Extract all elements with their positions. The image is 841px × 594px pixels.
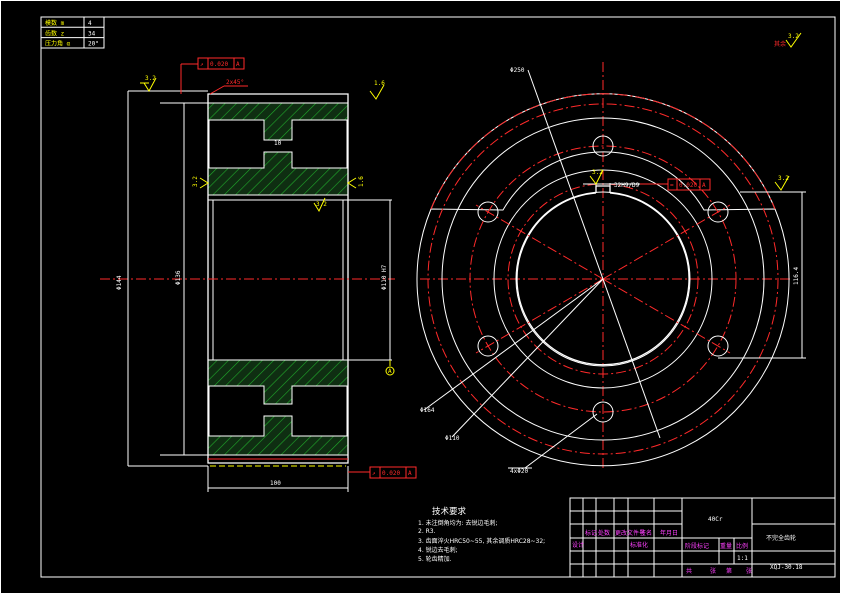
dim-bore: Φ110 H7 — [381, 264, 388, 290]
svg-text:3.2: 3.2 — [316, 201, 327, 208]
param-value-module: 4 — [88, 20, 92, 27]
dim-small: 10 — [274, 140, 282, 147]
outer-frame — [0, 0, 841, 594]
tb-scale-label: 比例 — [736, 542, 748, 550]
svg-text:0.020: 0.020 — [382, 470, 400, 477]
tb-part-name: 不完全齿轮 — [766, 534, 796, 542]
tb-sheet-total: 共 — [686, 567, 692, 575]
svg-text:3.2: 3.2 — [192, 176, 199, 187]
dim-front-holes: 4xΦ20 — [510, 468, 528, 475]
tech-req-line-1: 1. 未注倒角均为: 去锐边毛刺; — [418, 519, 498, 527]
tb-scale: 1:1 — [737, 555, 748, 562]
tb-header-mark: 标记 — [585, 529, 597, 537]
param-label-module: 模数 m — [45, 19, 65, 27]
tech-req-title: 技术要求 — [432, 506, 467, 517]
cad-drawing: 模数 m 4 齿数 z 34 压力角 α 20° 其余 3.2 Φ144 Φ13… — [0, 0, 841, 594]
chamfer-label: 2x45° — [226, 79, 244, 86]
tech-req-line-2: 2. R3. — [418, 528, 436, 535]
tech-req-line-4: 4. 锐边去毛刺; — [418, 546, 458, 554]
svg-text:A: A — [236, 61, 240, 68]
dim-front-outer: Φ250 — [510, 67, 525, 74]
tb-header-date: 年月日 — [660, 529, 678, 537]
dim-front-hub: Φ110 — [445, 435, 460, 442]
tech-req-line-5: 5. 轮齿精加. — [418, 555, 452, 563]
svg-text:3.2: 3.2 — [145, 75, 156, 82]
svg-text:↗: ↗ — [372, 470, 376, 477]
dim-root: Φ136 — [175, 270, 182, 285]
roughness-corner-value: 3.2 — [788, 33, 799, 40]
tech-req-line-3: 3. 齿面淬火HRC50~55, 其余调质HRC28~32; — [418, 537, 545, 545]
svg-text:3.2: 3.2 — [778, 175, 789, 182]
param-label-teeth: 齿数 z — [45, 29, 65, 37]
tb-drawing-no: XQJ-30.18 — [770, 564, 803, 571]
tb-designer: 设计 — [572, 541, 584, 549]
dim-width: 100 — [270, 480, 281, 487]
dim-keyway-depth: 116.4 — [793, 267, 800, 285]
tb-standardize: 标准化 — [630, 541, 648, 549]
tb-header-count: 处数 — [598, 529, 610, 537]
dim-outer: Φ144 — [116, 275, 123, 290]
tb-weight: 重量 — [720, 542, 732, 550]
roughness-corner-note: 其余 — [774, 40, 786, 48]
svg-text:0.020: 0.020 — [679, 182, 697, 189]
svg-text:A: A — [388, 368, 392, 375]
keyway-dim: 32H9/D9 — [614, 182, 640, 189]
tb-stage-mark: 阶段标记 — [685, 542, 709, 550]
svg-text:↗: ↗ — [200, 61, 204, 68]
svg-text:0.020: 0.020 — [210, 61, 228, 68]
tb-sheet-no: 第 — [726, 567, 732, 575]
svg-text:1.6: 1.6 — [374, 80, 385, 87]
svg-text:A: A — [702, 182, 706, 189]
svg-text:=: = — [670, 182, 674, 189]
tb-header-sign: 签名 — [640, 529, 652, 537]
tb-sheet: 张 — [710, 567, 716, 575]
param-value-teeth: 34 — [88, 30, 96, 37]
tb-material: 40Cr — [708, 516, 723, 523]
tb-sheet-unit: 张 — [746, 567, 752, 575]
svg-text:1.6: 1.6 — [358, 176, 365, 187]
svg-text:3.2: 3.2 — [592, 169, 603, 176]
dim-front-pcd: Φ164 — [420, 407, 435, 414]
param-label-pressure-angle: 压力角 α — [45, 40, 71, 48]
param-value-pressure-angle: 20° — [88, 41, 99, 48]
svg-text:A: A — [408, 470, 412, 477]
